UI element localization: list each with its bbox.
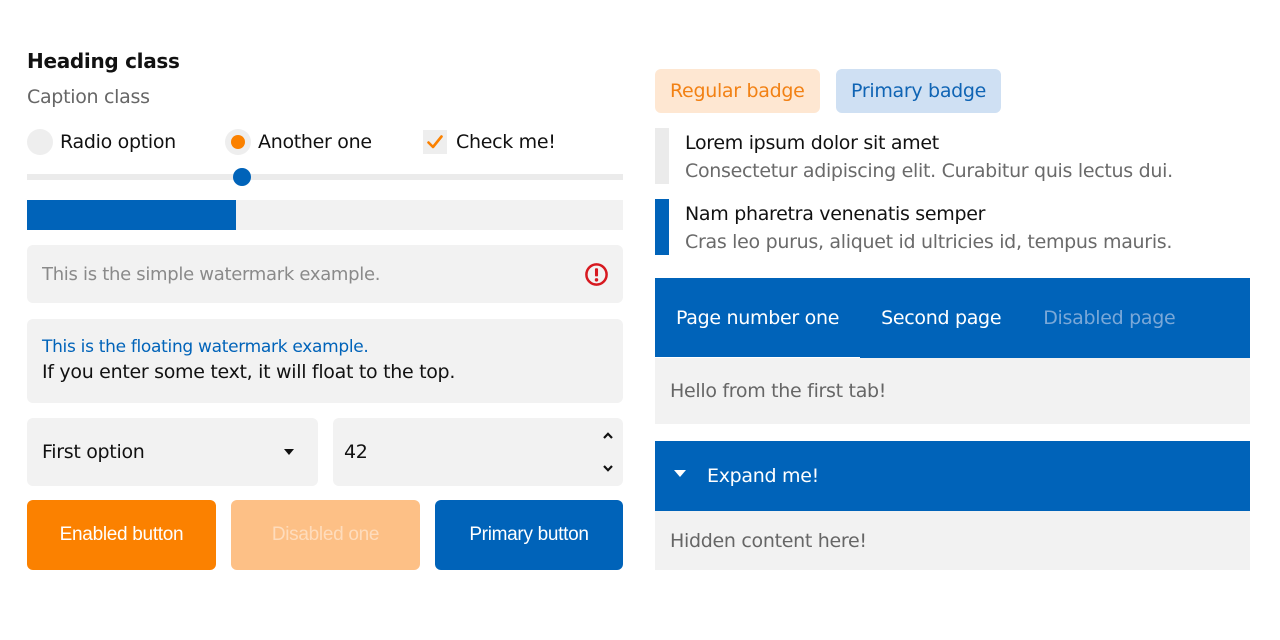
error-icon [585,263,608,286]
progress-fill [27,200,236,230]
slider-track[interactable] [27,174,623,180]
dropdown-selected-value: First option [42,441,145,463]
radio-unchecked-icon[interactable] [27,129,53,155]
list-item-indicator [655,199,669,255]
primary-badge: Primary badge [836,69,1002,113]
tab-page-number-one[interactable]: Page number one [655,278,861,360]
tab-panel: Hello from the first tab! [655,358,1250,424]
caret-down-icon [674,469,686,477]
primary-button[interactable]: Primary button [435,500,623,570]
list-item-subtitle: Consectetur adipiscing elit. Curabitur q… [685,160,1173,182]
checkbox-check-me[interactable]: Check me! [423,127,556,157]
tab-second-page[interactable]: Second page [860,278,1022,358]
radio-checked-icon[interactable] [225,129,251,155]
tab-disabled-page: Disabled page [1043,307,1176,329]
list-item-title: Lorem ipsum dolor sit amet [685,132,939,154]
checkbox-checked-icon[interactable] [423,130,447,154]
list-item[interactable]: Lorem ipsum dolor sit amet Consectetur a… [655,128,1250,184]
chevron-down-icon [603,464,613,472]
list-item-title: Nam pharetra venenatis semper [685,203,986,225]
checkbox-label: Check me! [456,131,556,153]
enabled-button[interactable]: Enabled button [27,500,216,570]
spinner-up-button[interactable] [600,429,616,441]
radio-option-label: Radio option [60,131,176,153]
radio-another-one-label: Another one [258,131,372,153]
heading-text: Heading class [27,49,180,73]
radio-option[interactable]: Radio option [27,127,176,157]
list-item-subtitle: Cras leo purus, aliquet id ultricies id,… [685,231,1173,253]
number-spinner[interactable]: 42 [333,418,623,486]
expander-header[interactable]: Expand me! [655,441,1250,511]
floating-watermark-label: This is the floating watermark example. [42,337,369,357]
dropdown-select[interactable]: First option [27,418,318,486]
expander-content: Hidden content here! [655,511,1250,570]
simple-watermark-field[interactable] [27,245,623,303]
floating-watermark-value[interactable]: If you enter some text, it will float to… [42,361,608,383]
simple-watermark-input[interactable] [42,263,562,285]
expander-title: Expand me! [707,465,819,487]
list-item-indicator [655,128,669,184]
spinner-down-button[interactable] [600,462,616,474]
floating-watermark-field[interactable]: This is the floating watermark example. … [27,319,623,403]
progress-bar [27,200,623,230]
tab-bar: Page number one Second page Disabled pag… [655,278,1250,360]
chevron-up-icon [603,431,613,439]
radio-dot [231,135,245,149]
disabled-button: Disabled one [231,500,420,570]
slider-thumb[interactable] [232,168,251,186]
list-item-selected[interactable]: Nam pharetra venenatis semper Cras leo p… [655,199,1250,255]
slider[interactable] [27,165,623,189]
spinner-value[interactable]: 42 [344,441,368,463]
regular-badge: Regular badge [655,69,820,113]
caret-down-icon [284,449,294,455]
radio-another-one[interactable]: Another one [225,127,372,157]
caption-text: Caption class [27,86,150,108]
